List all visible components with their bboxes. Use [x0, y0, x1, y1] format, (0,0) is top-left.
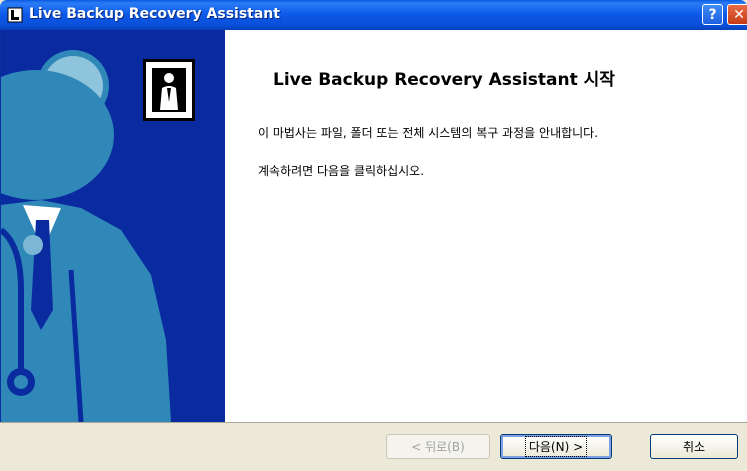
- cancel-button[interactable]: 취소: [650, 434, 738, 459]
- next-button-label: 다음(N) >: [524, 436, 588, 457]
- wizard-body: Live Backup Recovery Assistant 시작 이 마법사는…: [0, 30, 747, 422]
- recovery-assistant-window: Live Backup Recovery Assistant ? ✕ Live …: [0, 0, 747, 471]
- app-icon: [7, 7, 23, 23]
- close-button[interactable]: ✕: [727, 4, 747, 25]
- wizard-description: 이 마법사는 파일, 폴더 또는 전체 시스템의 복구 과정을 안내합니다.: [258, 126, 599, 140]
- cancel-button-label: 취소: [682, 440, 706, 454]
- back-button-label: < 뒤로(B): [411, 440, 465, 454]
- wizard-footer: < 뒤로(B) 다음(N) > 취소: [0, 422, 747, 471]
- doctor-badge-icon: [143, 59, 195, 121]
- help-button[interactable]: ?: [702, 4, 723, 25]
- wizard-heading: Live Backup Recovery Assistant 시작: [273, 70, 615, 90]
- title-bar[interactable]: Live Backup Recovery Assistant ? ✕: [0, 0, 747, 30]
- wizard-instruction: 계속하려면 다음을 클릭하십시오.: [258, 164, 425, 178]
- wizard-side-panel: [1, 30, 225, 422]
- back-button[interactable]: < 뒤로(B): [386, 434, 490, 459]
- window-title: Live Backup Recovery Assistant: [29, 6, 280, 22]
- next-button[interactable]: 다음(N) >: [500, 434, 612, 459]
